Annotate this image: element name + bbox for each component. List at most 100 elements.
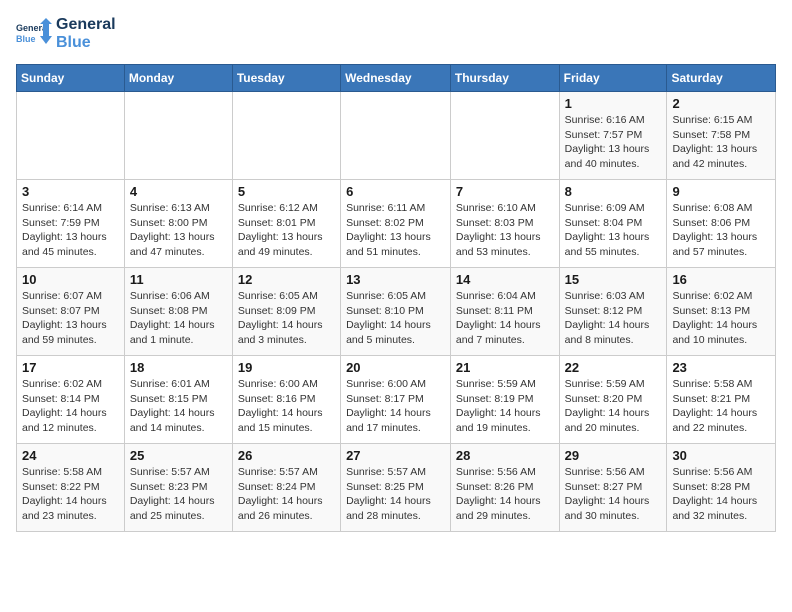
day-number: 10: [22, 272, 119, 287]
calendar-cell: 19Sunrise: 6:00 AM Sunset: 8:16 PM Dayli…: [232, 356, 340, 444]
day-info: Sunrise: 6:00 AM Sunset: 8:16 PM Dayligh…: [238, 377, 335, 436]
calendar-week-row: 1 Sunrise: 6:16 AM Sunset: 7:57 PM Daylig…: [17, 92, 776, 180]
calendar-week-row: 17 Sunrise: 6:02 AM Sunset: 8:14 PM Dayli…: [17, 356, 776, 444]
calendar-cell: 2 Sunrise: 6:15 AM Sunset: 7:58 PM Daylig…: [667, 92, 776, 180]
weekday-header-wednesday: Wednesday: [341, 65, 451, 92]
calendar-cell: 6 Sunrise: 6:11 AM Sunset: 8:02 PM Daylig…: [341, 180, 451, 268]
day-info: Sunrise: 5:59 AM Sunset: 8:20 PM Dayligh…: [565, 377, 662, 436]
day-info: Sunrise: 5:56 AM Sunset: 8:27 PM Dayligh…: [565, 465, 662, 524]
day-info: Sunrise: 5:57 AM Sunset: 8:23 PM Dayligh…: [130, 465, 227, 524]
calendar-cell: 11 Sunrise: 6:06 AM Sunset: 8:08 PM Dayli…: [124, 268, 232, 356]
day-info: Sunrise: 6:02 AM Sunset: 8:14 PM Dayligh…: [22, 377, 119, 436]
calendar-cell: 22 Sunrise: 5:59 AM Sunset: 8:20 PM Dayli…: [559, 356, 667, 444]
day-info: Sunrise: 5:59 AM Sunset: 8:19 PM Dayligh…: [456, 377, 554, 436]
weekday-header-saturday: Saturday: [667, 65, 776, 92]
calendar-cell: 23 Sunrise: 5:58 AM Sunset: 8:21 PM Dayli…: [667, 356, 776, 444]
day-info: Sunrise: 6:01 AM Sunset: 8:15 PM Dayligh…: [130, 377, 227, 436]
day-number: 17: [22, 360, 119, 375]
day-number: 24: [22, 448, 119, 463]
day-number: 23: [672, 360, 770, 375]
logo-text: GeneralBlue: [56, 16, 116, 51]
day-info: Sunrise: 6:15 AM Sunset: 7:58 PM Dayligh…: [672, 113, 770, 172]
svg-text:Blue: Blue: [16, 34, 36, 44]
calendar-cell: 3 Sunrise: 6:14 AM Sunset: 7:59 PM Daylig…: [17, 180, 125, 268]
day-number: 29: [565, 448, 662, 463]
day-info: Sunrise: 6:14 AM Sunset: 7:59 PM Dayligh…: [22, 201, 119, 260]
day-number: 8: [565, 184, 662, 199]
logo: General Blue GeneralBlue: [16, 16, 116, 52]
day-info: Sunrise: 5:57 AM Sunset: 8:25 PM Dayligh…: [346, 465, 445, 524]
day-number: 1: [565, 96, 662, 111]
weekday-header-tuesday: Tuesday: [232, 65, 340, 92]
calendar-cell: 28Sunrise: 5:56 AM Sunset: 8:26 PM Dayli…: [450, 444, 559, 532]
calendar-week-row: 3 Sunrise: 6:14 AM Sunset: 7:59 PM Daylig…: [17, 180, 776, 268]
day-number: 5: [238, 184, 335, 199]
day-number: 2: [672, 96, 770, 111]
day-number: 27: [346, 448, 445, 463]
calendar-cell: 27 Sunrise: 5:57 AM Sunset: 8:25 PM Dayli…: [341, 444, 451, 532]
day-number: 3: [22, 184, 119, 199]
day-number: 15: [565, 272, 662, 287]
day-number: 13: [346, 272, 445, 287]
calendar-cell: 17 Sunrise: 6:02 AM Sunset: 8:14 PM Dayli…: [17, 356, 125, 444]
day-number: 6: [346, 184, 445, 199]
calendar-cell: 8 Sunrise: 6:09 AM Sunset: 8:04 PM Daylig…: [559, 180, 667, 268]
calendar-cell: 29 Sunrise: 5:56 AM Sunset: 8:27 PM Dayli…: [559, 444, 667, 532]
day-info: Sunrise: 6:05 AM Sunset: 8:09 PM Dayligh…: [238, 289, 335, 348]
day-info: Sunrise: 5:57 AM Sunset: 8:24 PM Dayligh…: [238, 465, 335, 524]
weekday-header-monday: Monday: [124, 65, 232, 92]
calendar-cell: 1 Sunrise: 6:16 AM Sunset: 7:57 PM Daylig…: [559, 92, 667, 180]
calendar-cell: 25Sunrise: 5:57 AM Sunset: 8:23 PM Dayli…: [124, 444, 232, 532]
day-info: Sunrise: 6:00 AM Sunset: 8:17 PM Dayligh…: [346, 377, 445, 436]
weekday-header-sunday: Sunday: [17, 65, 125, 92]
weekday-header-thursday: Thursday: [450, 65, 559, 92]
calendar-cell: 30 Sunrise: 5:56 AM Sunset: 8:28 PM Dayli…: [667, 444, 776, 532]
calendar-cell: 9Sunrise: 6:08 AM Sunset: 8:06 PM Daylig…: [667, 180, 776, 268]
calendar-cell: 14Sunrise: 6:04 AM Sunset: 8:11 PM Dayli…: [450, 268, 559, 356]
day-info: Sunrise: 6:12 AM Sunset: 8:01 PM Dayligh…: [238, 201, 335, 260]
calendar-week-row: 10 Sunrise: 6:07 AM Sunset: 8:07 PM Dayli…: [17, 268, 776, 356]
day-number: 4: [130, 184, 227, 199]
day-info: Sunrise: 5:58 AM Sunset: 8:22 PM Dayligh…: [22, 465, 119, 524]
day-number: 18: [130, 360, 227, 375]
day-number: 16: [672, 272, 770, 287]
calendar-cell: [124, 92, 232, 180]
day-info: Sunrise: 5:58 AM Sunset: 8:21 PM Dayligh…: [672, 377, 770, 436]
day-info: Sunrise: 6:09 AM Sunset: 8:04 PM Dayligh…: [565, 201, 662, 260]
day-number: 11: [130, 272, 227, 287]
day-info: Sunrise: 6:02 AM Sunset: 8:13 PM Dayligh…: [672, 289, 770, 348]
calendar-cell: 13Sunrise: 6:05 AM Sunset: 8:10 PM Dayli…: [341, 268, 451, 356]
day-info: Sunrise: 6:07 AM Sunset: 8:07 PM Dayligh…: [22, 289, 119, 348]
calendar-cell: [450, 92, 559, 180]
day-info: Sunrise: 5:56 AM Sunset: 8:28 PM Dayligh…: [672, 465, 770, 524]
day-info: Sunrise: 6:16 AM Sunset: 7:57 PM Dayligh…: [565, 113, 662, 172]
day-number: 9: [672, 184, 770, 199]
calendar-cell: 4Sunrise: 6:13 AM Sunset: 8:00 PM Daylig…: [124, 180, 232, 268]
page-header: General Blue GeneralBlue: [16, 16, 776, 52]
day-number: 22: [565, 360, 662, 375]
calendar-cell: 12Sunrise: 6:05 AM Sunset: 8:09 PM Dayli…: [232, 268, 340, 356]
calendar-cell: 21 Sunrise: 5:59 AM Sunset: 8:19 PM Dayli…: [450, 356, 559, 444]
calendar-cell: 16 Sunrise: 6:02 AM Sunset: 8:13 PM Dayli…: [667, 268, 776, 356]
calendar-cell: 20 Sunrise: 6:00 AM Sunset: 8:17 PM Dayli…: [341, 356, 451, 444]
calendar-cell: 15 Sunrise: 6:03 AM Sunset: 8:12 PM Dayli…: [559, 268, 667, 356]
calendar-cell: [17, 92, 125, 180]
logo-svg: General Blue: [16, 16, 52, 52]
day-number: 20: [346, 360, 445, 375]
day-number: 21: [456, 360, 554, 375]
day-info: Sunrise: 6:11 AM Sunset: 8:02 PM Dayligh…: [346, 201, 445, 260]
day-number: 30: [672, 448, 770, 463]
calendar-cell: 7 Sunrise: 6:10 AM Sunset: 8:03 PM Daylig…: [450, 180, 559, 268]
calendar-cell: 18 Sunrise: 6:01 AM Sunset: 8:15 PM Dayli…: [124, 356, 232, 444]
day-number: 7: [456, 184, 554, 199]
calendar-cell: [341, 92, 451, 180]
day-info: Sunrise: 6:03 AM Sunset: 8:12 PM Dayligh…: [565, 289, 662, 348]
day-info: Sunrise: 5:56 AM Sunset: 8:26 PM Dayligh…: [456, 465, 554, 524]
weekday-header-friday: Friday: [559, 65, 667, 92]
calendar-week-row: 24 Sunrise: 5:58 AM Sunset: 8:22 PM Dayli…: [17, 444, 776, 532]
calendar-cell: 24 Sunrise: 5:58 AM Sunset: 8:22 PM Dayli…: [17, 444, 125, 532]
calendar-cell: 10 Sunrise: 6:07 AM Sunset: 8:07 PM Dayli…: [17, 268, 125, 356]
day-info: Sunrise: 6:10 AM Sunset: 8:03 PM Dayligh…: [456, 201, 554, 260]
day-info: Sunrise: 6:06 AM Sunset: 8:08 PM Dayligh…: [130, 289, 227, 348]
day-info: Sunrise: 6:04 AM Sunset: 8:11 PM Dayligh…: [456, 289, 554, 348]
